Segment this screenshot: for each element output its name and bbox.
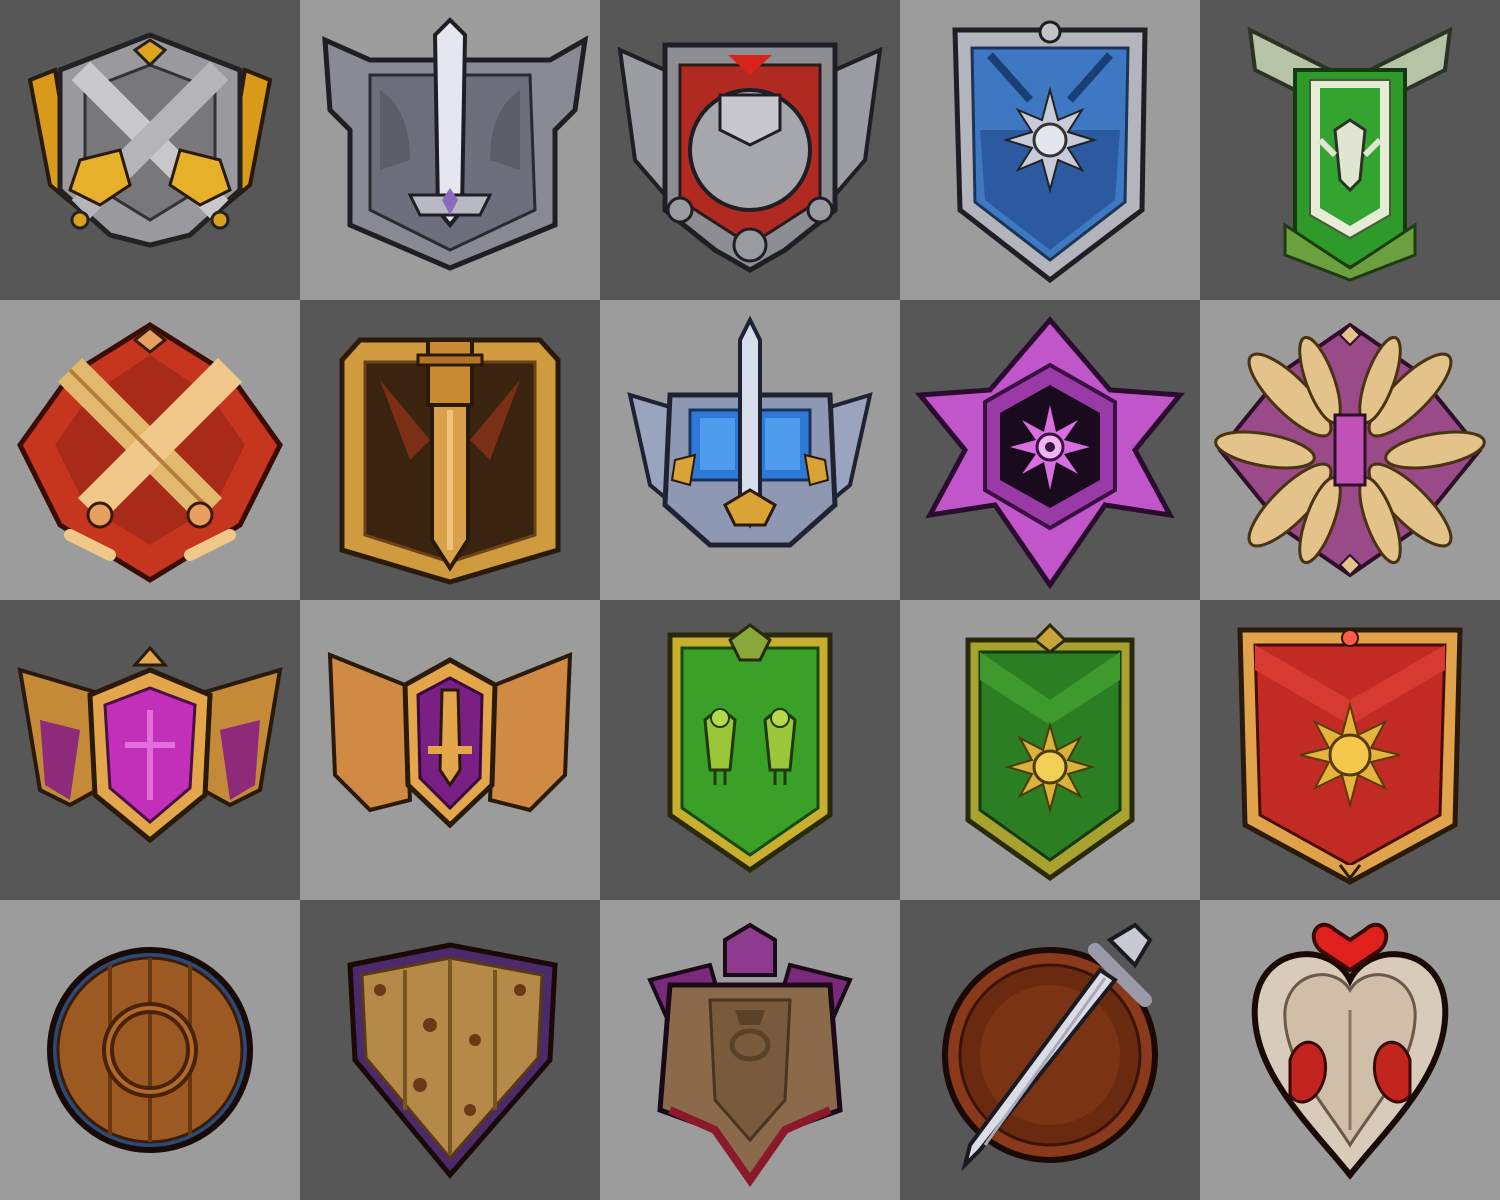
emblem-cell[interactable] bbox=[1200, 0, 1500, 300]
wooden-heater-shield-icon bbox=[347, 942, 558, 1179]
emblem-cell[interactable] bbox=[900, 300, 1200, 600]
emblem-cell[interactable] bbox=[1200, 300, 1500, 600]
emblem-cell[interactable] bbox=[1200, 900, 1500, 1200]
emblem-cell[interactable] bbox=[600, 600, 900, 900]
emblem-cell[interactable] bbox=[0, 600, 300, 900]
emblem-cell[interactable] bbox=[900, 0, 1200, 300]
emblem-cell[interactable] bbox=[600, 0, 900, 300]
winged-purple-shield-icon bbox=[17, 645, 283, 844]
emblem-cell[interactable] bbox=[0, 0, 300, 300]
emblem-cell[interactable] bbox=[0, 900, 300, 1200]
winged-steel-knight-crest-icon bbox=[617, 42, 883, 273]
bronze-sword-plaque-icon bbox=[339, 337, 561, 585]
emblem-cell[interactable] bbox=[600, 900, 900, 1200]
golden-leaf-flower-crest-icon bbox=[1214, 322, 1486, 578]
crossed-swords-iron-crest-icon bbox=[27, 32, 273, 248]
heart-armor-shield-icon bbox=[1251, 922, 1449, 1180]
round-wooden-shield-icon bbox=[47, 947, 253, 1153]
emblem-cell[interactable] bbox=[300, 0, 600, 300]
winged-purple-dagger-shield-icon bbox=[327, 651, 573, 829]
steel-sword-crest-icon bbox=[322, 17, 589, 271]
green-birds-banner-icon bbox=[667, 623, 833, 874]
emblem-cell[interactable] bbox=[300, 300, 600, 600]
emblem-cell[interactable] bbox=[300, 600, 600, 900]
green-sun-banner-icon bbox=[965, 622, 1135, 882]
emblem-sheet bbox=[0, 0, 1500, 1200]
winged-green-banner-icon bbox=[1247, 26, 1453, 282]
emblem-cell[interactable] bbox=[0, 300, 300, 600]
blue-crown-crest-icon bbox=[627, 315, 873, 548]
round-shield-sword-icon bbox=[942, 922, 1158, 1172]
dark-bat-wing-shield-icon bbox=[647, 922, 853, 1187]
red-crossed-swords-badge-icon bbox=[17, 322, 283, 583]
red-sun-banner-icon bbox=[1237, 627, 1463, 885]
emblem-cell[interactable] bbox=[300, 900, 600, 1200]
purple-eye-star-badge-icon bbox=[915, 316, 1185, 590]
blue-sun-shield-icon bbox=[952, 20, 1148, 284]
emblem-cell[interactable] bbox=[600, 300, 900, 600]
emblem-cell[interactable] bbox=[900, 900, 1200, 1200]
emblem-cell[interactable] bbox=[1200, 600, 1500, 900]
emblem-cell[interactable] bbox=[900, 600, 1200, 900]
